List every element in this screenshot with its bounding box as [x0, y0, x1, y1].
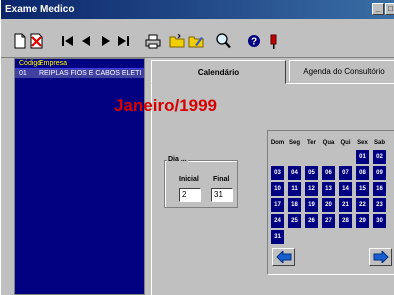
search-icon: [215, 33, 231, 49]
calendar-day[interactable]: 10: [271, 182, 284, 196]
weekday-header: Seg: [288, 140, 300, 146]
calendar-day[interactable]: 01: [356, 150, 369, 164]
next-record-icon: [102, 36, 110, 46]
first-record-button[interactable]: [59, 32, 77, 50]
calendar-day[interactable]: 19: [305, 198, 318, 212]
calendar-day[interactable]: 25: [288, 214, 301, 228]
row-company: REIPLAS FIOS E CABOS ELETI: [39, 70, 142, 77]
calendar-day[interactable]: 02: [373, 150, 386, 164]
open-folder-icon: [169, 34, 185, 48]
edit-folder-icon: [188, 36, 204, 48]
dia-group-title: Dia ...: [167, 156, 188, 163]
print-button[interactable]: [144, 32, 162, 50]
exit-button[interactable]: [264, 32, 282, 50]
help-icon: ?: [248, 35, 260, 48]
next-month-button[interactable]: [369, 248, 392, 266]
calendar-day[interactable]: 30: [373, 214, 386, 228]
search-button[interactable]: [214, 32, 232, 50]
calendar-day[interactable]: 08: [356, 166, 369, 180]
inicial-field[interactable]: 2: [179, 188, 201, 202]
last-record-button[interactable]: [114, 32, 132, 50]
calendar-day[interactable]: 23: [373, 198, 386, 212]
calendar-day[interactable]: 13: [322, 182, 335, 196]
company-list[interactable]: Código Empresa 01 REIPLAS FIOS E CABOS E…: [14, 58, 145, 295]
exit-icon: [270, 34, 277, 49]
previous-month-button[interactable]: [272, 248, 295, 266]
calendar-day[interactable]: 11: [288, 182, 301, 196]
calendar-day[interactable]: 09: [373, 166, 386, 180]
maximize-button[interactable]: □: [385, 3, 394, 15]
print-icon: [145, 34, 161, 48]
calendar-day[interactable]: 12: [305, 182, 318, 196]
svg-text:?: ?: [251, 37, 257, 48]
tab-calendario[interactable]: Calendário: [151, 60, 286, 84]
list-row[interactable]: 01 REIPLAS FIOS E CABOS ELETI: [15, 69, 144, 78]
calendar-day[interactable]: 03: [271, 166, 284, 180]
app-window: Exame Medico _ □ ? Código Empresa 01 REI…: [0, 0, 394, 295]
weekday-header: Qui: [340, 140, 351, 146]
column-header-codigo: Código: [19, 60, 42, 67]
calendar-day[interactable]: 06: [322, 166, 335, 180]
column-header-empresa: Empresa: [39, 60, 68, 67]
inicial-label: Inicial: [179, 176, 199, 183]
calendar-day[interactable]: 22: [356, 198, 369, 212]
window-title: Exame Medico: [5, 4, 75, 15]
arrow-right-icon: [373, 251, 389, 263]
calendar-day[interactable]: 27: [322, 214, 335, 228]
arrow-left-icon: [275, 251, 291, 263]
weekday-header: Sab: [373, 140, 385, 146]
calendar-day[interactable]: 21: [339, 198, 352, 212]
weekday-header: Dom: [270, 140, 285, 146]
month-title: Janeiro/1999: [114, 96, 218, 115]
calendar-day[interactable]: 18: [288, 198, 301, 212]
title-bar: Exame Medico _ □: [1, 0, 394, 19]
weekday-header: Sex: [357, 140, 368, 146]
previous-record-button[interactable]: [77, 32, 95, 50]
calendar-day[interactable]: 04: [288, 166, 301, 180]
help-button[interactable]: ?: [245, 32, 263, 50]
calendar-day[interactable]: 28: [339, 214, 352, 228]
tab-agenda-consultorio[interactable]: Agenda do Consultório: [289, 60, 394, 82]
edit-button[interactable]: [187, 32, 205, 50]
new-document-icon: [14, 33, 26, 49]
last-record-icon: [118, 36, 129, 46]
calendar-day[interactable]: 17: [271, 198, 284, 212]
open-button[interactable]: [168, 32, 186, 50]
toolbar: ?: [1, 20, 394, 58]
final-label: Final: [213, 176, 230, 183]
final-field[interactable]: 31: [211, 188, 233, 202]
calendar-day[interactable]: 16: [373, 182, 386, 196]
next-record-button[interactable]: [97, 32, 115, 50]
calendar-day[interactable]: 31: [271, 230, 284, 244]
delete-button[interactable]: [28, 32, 46, 50]
minimize-button[interactable]: _: [372, 3, 384, 15]
first-record-icon: [62, 36, 73, 46]
calendar-day[interactable]: 14: [339, 182, 352, 196]
calendar-day[interactable]: 20: [322, 198, 335, 212]
calendar-day[interactable]: 24: [271, 214, 284, 228]
calendar-day[interactable]: 15: [356, 182, 369, 196]
calendar-day[interactable]: 29: [356, 214, 369, 228]
weekday-header: Ter: [307, 140, 316, 146]
weekday-header: Qua: [322, 140, 335, 146]
calendar-day[interactable]: 07: [339, 166, 352, 180]
new-button[interactable]: [11, 32, 29, 50]
list-header: Código Empresa: [15, 59, 144, 69]
row-code: 01: [19, 70, 27, 77]
delete-icon: [30, 33, 43, 49]
previous-record-icon: [82, 36, 90, 46]
calendar-day[interactable]: 26: [305, 214, 318, 228]
calendar-day[interactable]: 05: [305, 166, 318, 180]
